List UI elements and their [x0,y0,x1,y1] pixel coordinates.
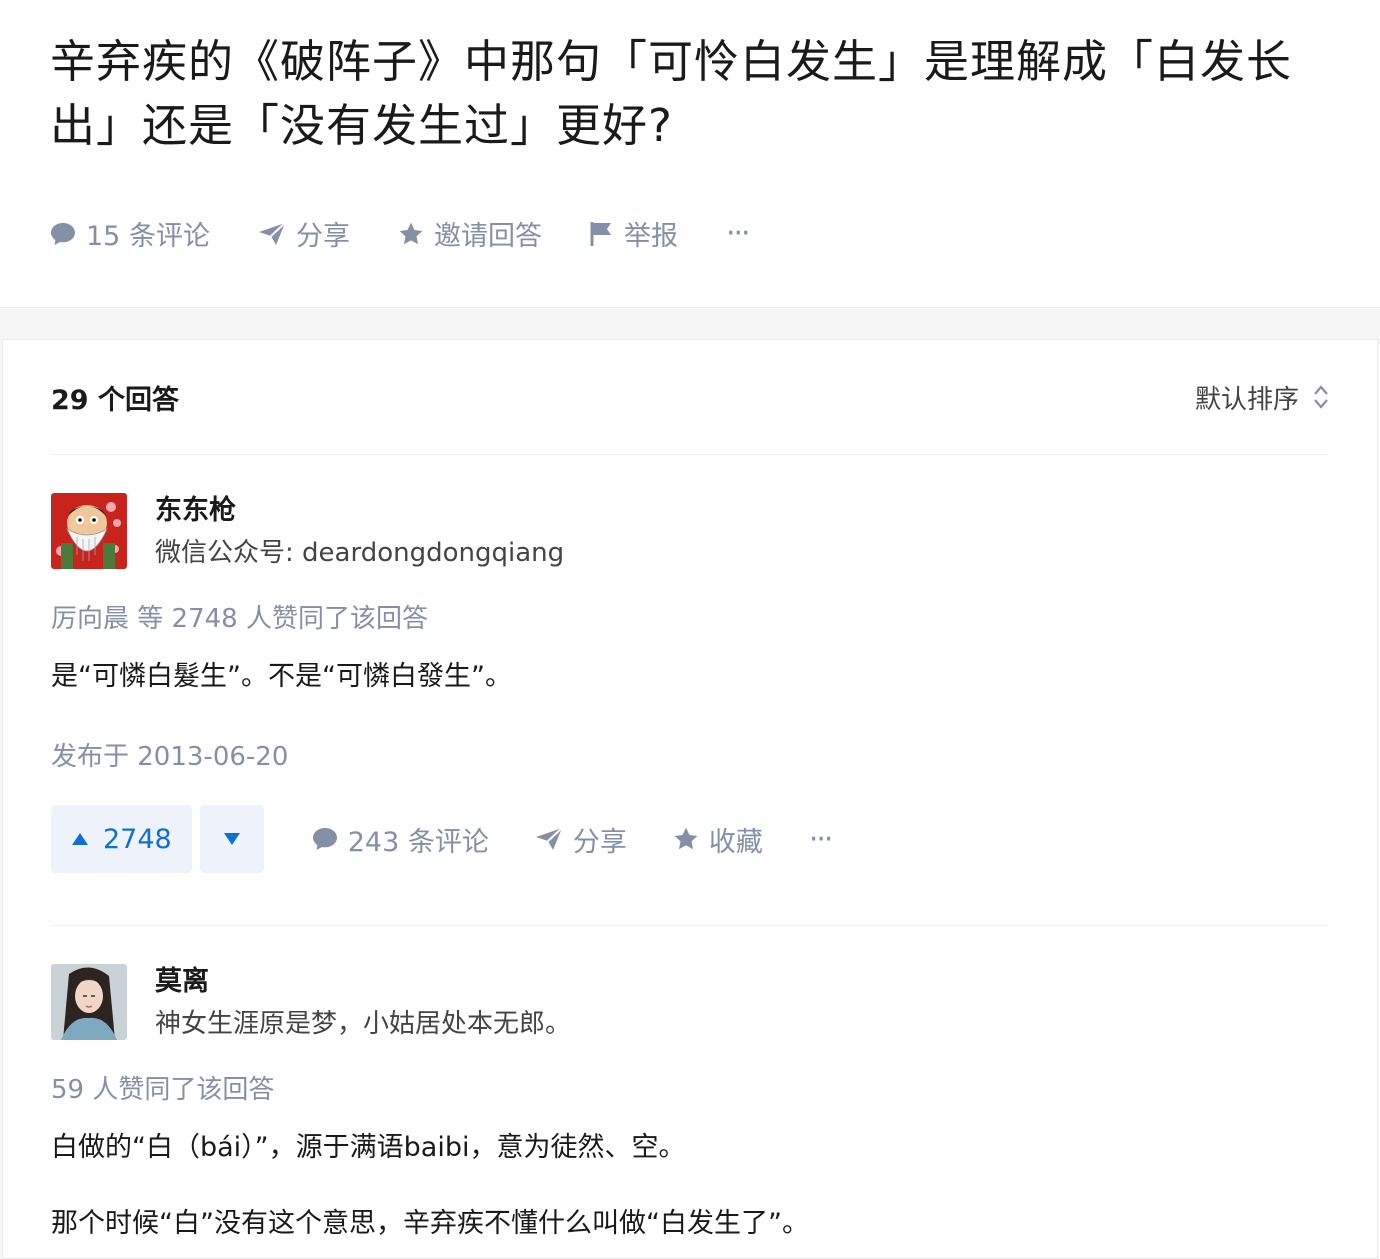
more-dots-icon: ··· [725,216,751,251]
report-button[interactable]: 举报 [590,214,678,253]
invite-answer-label: 邀请回答 [433,221,542,252]
answers-count: 29 个回答 [51,384,179,416]
collect-button[interactable]: 收藏 [673,820,763,859]
collect-label: 收藏 [708,826,763,858]
author-bio: 神女生涯原是梦，小姑居处本无郎。 [155,1009,572,1039]
question-more-button[interactable]: ··· [725,216,751,251]
invite-answer-button[interactable]: 邀请回答 [398,214,542,253]
answer-author: 东东枪 微信公众号: deardongdongqiang [51,493,1329,571]
question-comments-button[interactable]: 15 条评论 [50,214,210,253]
author-name[interactable]: 莫离 [155,964,571,1000]
avatar[interactable] [51,964,127,1040]
answer-share-label: 分享 [572,826,627,858]
votes-summary[interactable]: 厉向晨 等 2748 人赞同了该回答 [51,601,1329,637]
paper-plane-icon [535,827,563,850]
author-info: 东东枪 微信公众号: deardongdongqiang [155,493,564,571]
answers-card: 29 个回答 默认排序 东东枪 微信公众号: deardongdongqiang… [2,339,1378,1259]
triangle-down-icon [223,833,240,845]
answer-more-button[interactable]: ··· [808,821,834,857]
comment-icon [51,222,75,245]
answer-content: 是“可憐白髮生”。不是“可憐白發生”。 [51,657,1329,697]
sort-label: 默认排序 [1194,384,1299,415]
avatar[interactable] [51,493,127,569]
triangle-up-icon [72,833,88,845]
question-header: 辛弃疾的《破阵子》中那句「可怜白发生」是理解成「白发长出」还是「没有发生过」更好… [0,0,1380,308]
answer-paragraph: 白做的“白（bái）”，源于满语baibi，意为徒然、空。 [51,1132,686,1163]
paper-plane-icon [258,221,286,245]
star-icon [674,827,698,850]
answer-author: 莫离 神女生涯原是梦，小姑居处本无郎。 [51,964,1329,1042]
star-icon [399,222,423,244]
question-share-label: 分享 [295,221,350,252]
sort-chevrons-icon [1314,385,1328,409]
answer-paragraph: 是“可憐白髮生”。不是“可憐白發生”。 [51,661,512,692]
answer-actions: 2748 243 条评论 分享 收藏 ··· [51,805,1329,925]
more-dots-icon: ··· [808,821,834,857]
question-title: 辛弃疾的《破阵子》中那句「可怜白发生」是理解成「白发长出」还是「没有发生过」更好… [50,35,1293,152]
author-info: 莫离 神女生涯原是梦，小姑居处本无郎。 [155,964,571,1042]
downvote-button[interactable] [199,805,264,873]
question-share-button[interactable]: 分享 [258,214,350,253]
publish-date[interactable]: 发布于 2013-06-20 [51,739,1329,775]
answer-share-button[interactable]: 分享 [535,820,627,859]
answer-item: 莫离 神女生涯原是梦，小姑居处本无郎。 59 人赞同了该回答 白做的“白（bái… [51,926,1329,1244]
sort-selector[interactable]: 默认排序 [1195,379,1329,416]
question-comments-label: 15 条评论 [86,221,210,252]
author-name[interactable]: 东东枪 [155,493,564,529]
answer-item: 东东枪 微信公众号: deardongdongqiang 厉向晨 等 2748 … [51,455,1329,926]
answer-comments-label: 243 条评论 [347,826,489,858]
upvote-count: 2748 [103,823,172,855]
question-actions: 15 条评论 分享 邀请回答 举报 ··· [50,214,1330,253]
answers-header: 29 个回答 默认排序 [51,340,1329,455]
answer-content: 白做的“白（bái）”，源于满语baibi，意为徒然、空。 那个时候“白”没有这… [51,1128,1329,1244]
comment-icon [312,828,337,850]
report-label: 举报 [623,221,678,252]
answer-paragraph: 那个时候“白”没有这个意思，辛弃疾不懂什么叫做“白发生了”。 [51,1208,809,1239]
upvote-button[interactable]: 2748 [51,805,192,873]
votes-summary[interactable]: 59 人赞同了该回答 [51,1072,1329,1108]
author-bio: 微信公众号: deardongdongqiang [155,538,565,568]
answer-comments-button[interactable]: 243 条评论 [312,820,489,859]
flag-icon [590,221,611,246]
